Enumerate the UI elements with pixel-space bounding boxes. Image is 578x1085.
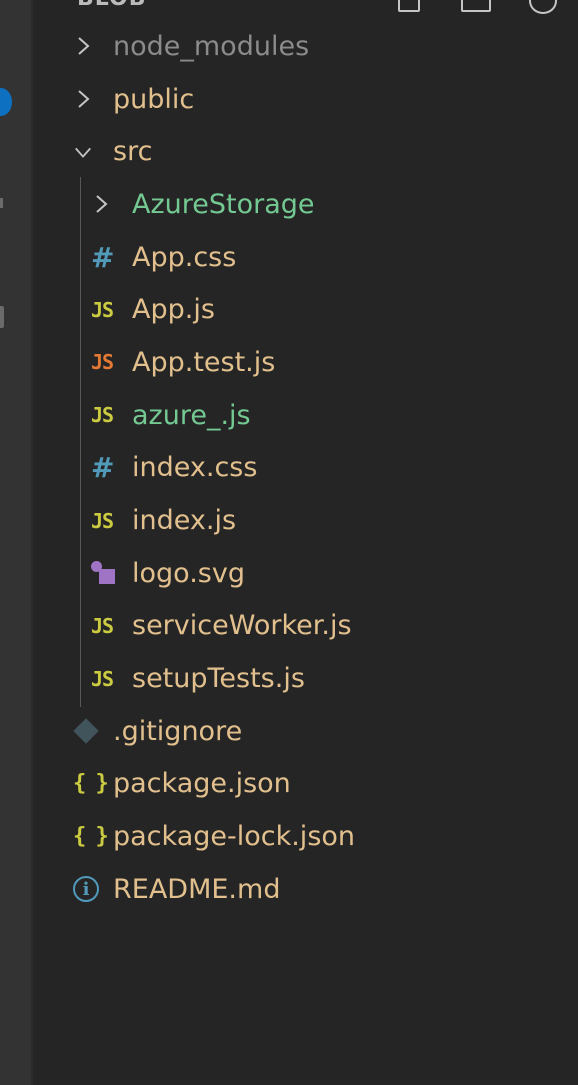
tree-item-label: serviceWorker.js — [132, 610, 352, 642]
braces-icon: { } — [73, 771, 109, 797]
git-icon — [73, 718, 99, 745]
tree-item-label: package-lock.json — [113, 821, 356, 853]
tree-item-label: node_modules — [113, 30, 310, 62]
tree-item-label: App.test.js — [132, 346, 276, 378]
chevron-down-icon[interactable] — [73, 142, 93, 162]
js-icon: JS — [91, 297, 114, 322]
tree-file[interactable]: # index.css — [33, 442, 578, 495]
tree-item-label: .gitignore — [113, 715, 243, 747]
hash-icon: # — [91, 451, 115, 485]
tree-file[interactable]: JS setupTests.js — [33, 652, 578, 705]
tree-item-label: logo.svg — [132, 557, 245, 589]
tree-file[interactable]: { } package-lock.json — [33, 810, 578, 863]
tree-item-label: setupTests.js — [132, 663, 305, 695]
refresh-icon[interactable] — [529, 0, 557, 14]
tree-item-label: src — [113, 136, 153, 168]
tree-file[interactable]: JS azure_.js — [33, 389, 578, 442]
tree-item-label: App.css — [132, 241, 237, 273]
tree-file[interactable]: # App.css — [33, 231, 578, 284]
js-icon: JS — [91, 508, 114, 533]
hash-icon: # — [91, 240, 115, 274]
js-icon: JS — [91, 403, 114, 428]
tree-folder[interactable]: AzureStorage — [33, 178, 578, 231]
js-icon: JS — [91, 613, 114, 638]
info-icon: i — [73, 876, 99, 903]
tree-file[interactable]: { } package.json — [33, 758, 578, 811]
tree-file[interactable]: i README.md — [33, 863, 578, 916]
notification-badge[interactable] — [0, 88, 12, 116]
tree-file[interactable]: logo.svg — [33, 547, 578, 600]
tree-file[interactable]: .gitignore — [33, 705, 578, 758]
tree-item-label: README.md — [113, 873, 281, 905]
file-tree: node_modulespublic src AzureStorage # App.cs… — [33, 20, 578, 916]
braces-icon: { } — [73, 824, 109, 850]
js-icon: JS — [91, 666, 114, 691]
explorer-title: BLOB — [77, 0, 146, 11]
activity-bar — [0, 0, 31, 1085]
activity-item-mark[interactable] — [0, 306, 4, 328]
tree-file[interactable]: JS index.js — [33, 494, 578, 547]
tree-item-label: azure_.js — [132, 399, 251, 431]
tree-folder[interactable]: src — [33, 125, 578, 178]
tree-item-label: App.js — [132, 294, 215, 326]
new-file-icon[interactable] — [398, 0, 420, 12]
tree-file[interactable]: JS App.js — [33, 283, 578, 336]
chevron-right-icon[interactable] — [73, 36, 93, 56]
tree-folder[interactable]: public — [33, 73, 578, 126]
activity-item-mark[interactable] — [0, 198, 3, 208]
tree-item-label: AzureStorage — [132, 188, 315, 220]
tree-file[interactable]: JS serviceWorker.js — [33, 600, 578, 653]
tree-file[interactable]: JS App.test.js — [33, 336, 578, 389]
svg-file-icon — [91, 559, 119, 587]
tree-item-label: index.css — [132, 452, 258, 484]
js-test-icon: JS — [91, 350, 114, 375]
chevron-right-icon[interactable] — [73, 89, 93, 109]
tree-item-label: index.js — [132, 505, 237, 537]
chevron-right-icon[interactable] — [91, 194, 111, 214]
tree-item-label: package.json — [113, 768, 291, 800]
tree-item-label: public — [113, 83, 195, 115]
tree-folder[interactable]: node_modules — [33, 20, 578, 73]
new-folder-icon[interactable] — [461, 0, 491, 12]
explorer-header: BLOB — [33, 0, 578, 14]
